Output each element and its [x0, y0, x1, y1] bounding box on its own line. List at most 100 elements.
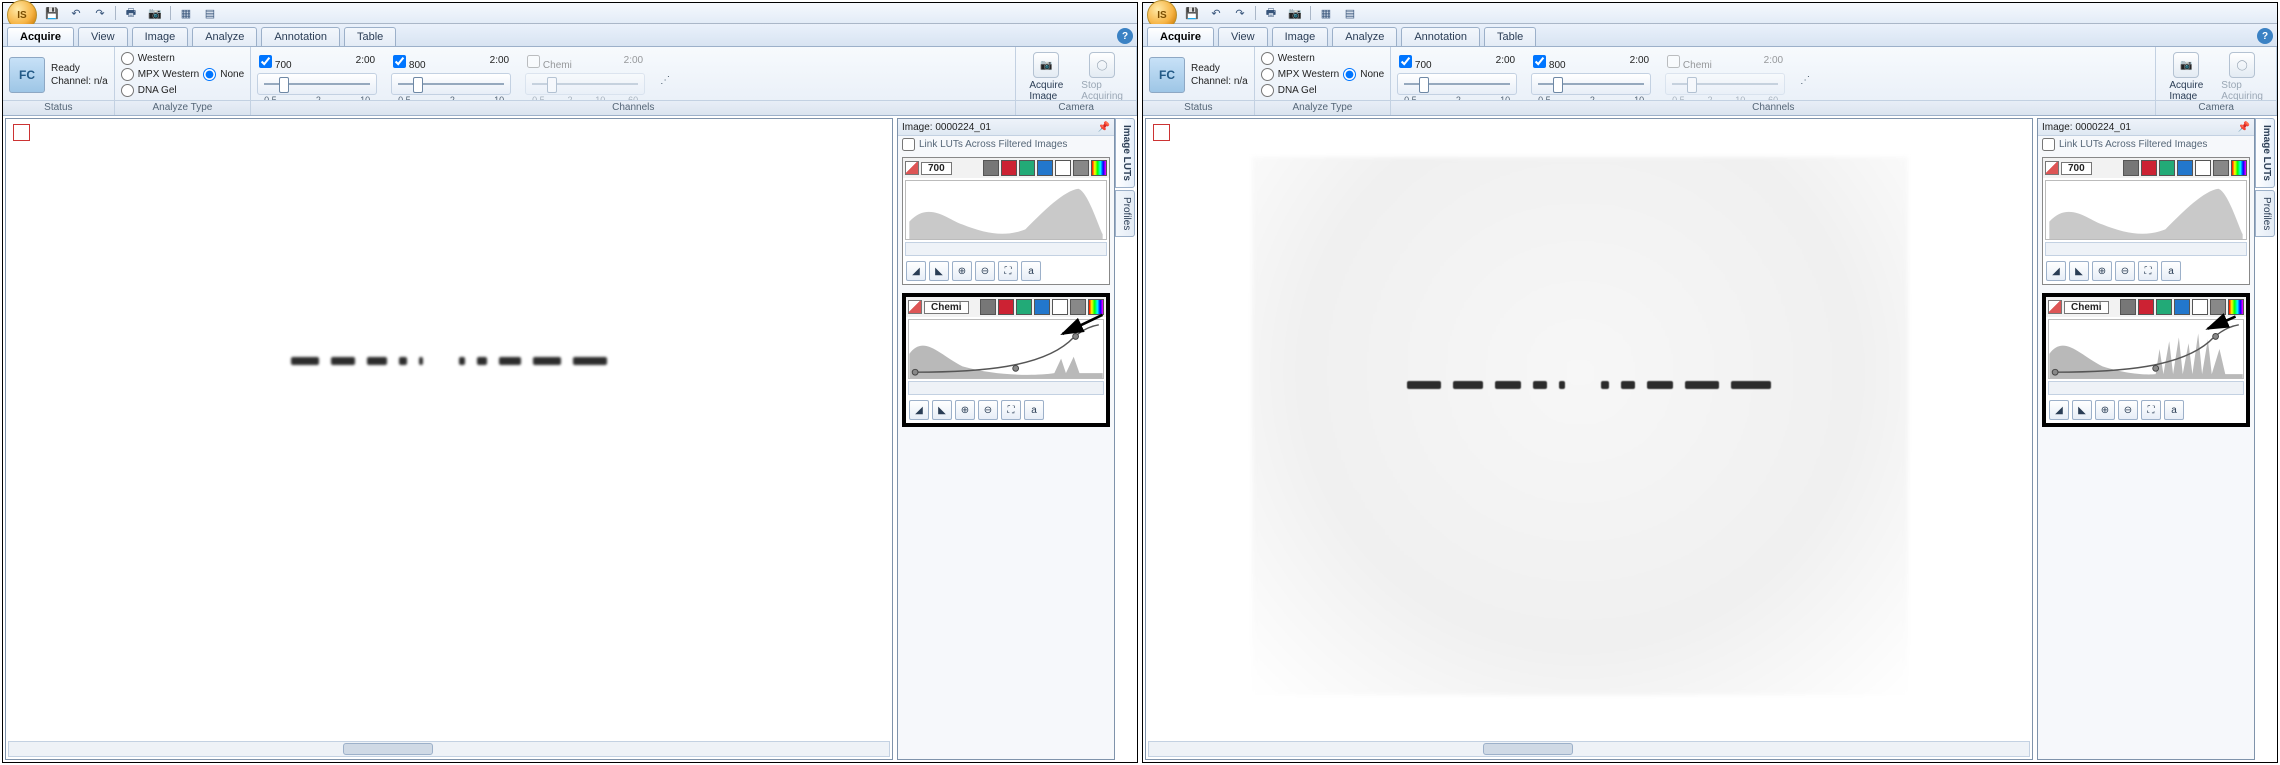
- fit-icon[interactable]: ⛶: [1001, 400, 1021, 420]
- checkbox[interactable]: [527, 55, 540, 68]
- radio[interactable]: [1261, 68, 1274, 81]
- zoom-in-icon[interactable]: ⊕: [2095, 400, 2115, 420]
- auto-light-icon[interactable]: ◣: [932, 400, 952, 420]
- rainbow-swatch[interactable]: [2228, 299, 2244, 315]
- acquire-image-button[interactable]: 📷AcquireImage: [1022, 49, 1070, 105]
- help-icon[interactable]: ?: [1117, 28, 1133, 44]
- auto-dark-icon[interactable]: ◢: [2046, 261, 2066, 281]
- print-icon[interactable]: 🖶: [1262, 4, 1280, 22]
- channel-chip[interactable]: 700: [921, 162, 952, 175]
- color-swatch[interactable]: [2210, 299, 2226, 315]
- fit-icon[interactable]: ⛶: [2138, 261, 2158, 281]
- channel-chip[interactable]: Chemi: [2064, 301, 2109, 314]
- horizontal-scrollbar[interactable]: [1148, 741, 2030, 757]
- checkbox[interactable]: [259, 55, 272, 68]
- color-swatch[interactable]: [2174, 299, 2190, 315]
- analyze-none[interactable]: None: [1343, 68, 1384, 81]
- color-swatch[interactable]: [980, 299, 996, 315]
- side-tab-image-luts[interactable]: Image LUTs: [2255, 118, 2275, 188]
- tab-view[interactable]: View: [1218, 27, 1268, 46]
- color-swatch[interactable]: [1073, 160, 1089, 176]
- visibility-toggle-icon[interactable]: [2048, 300, 2062, 314]
- radio[interactable]: [1261, 84, 1274, 97]
- color-swatch[interactable]: [1055, 160, 1071, 176]
- color-swatch[interactable]: [1070, 299, 1086, 315]
- tab-annotation[interactable]: Annotation: [261, 27, 340, 46]
- undo-icon[interactable]: ↶: [1207, 4, 1225, 22]
- color-swatch[interactable]: [2156, 299, 2172, 315]
- color-swatch[interactable]: [2120, 299, 2136, 315]
- analyze-option[interactable]: Western: [1261, 52, 1340, 65]
- histogram-scrollbar[interactable]: [2048, 381, 2244, 395]
- channel-toggle[interactable]: 700: [259, 55, 291, 71]
- view-grid-icon[interactable]: ▤: [1341, 4, 1359, 22]
- tab-image[interactable]: Image: [1272, 27, 1329, 46]
- histogram[interactable]: [905, 180, 1107, 240]
- link-luts-checkbox[interactable]: Link LUTs Across Filtered Images: [898, 136, 1114, 153]
- color-swatch[interactable]: [2138, 299, 2154, 315]
- channel-chip[interactable]: Chemi: [924, 301, 969, 314]
- color-swatch[interactable]: [2123, 160, 2139, 176]
- checkbox[interactable]: [1533, 55, 1546, 68]
- annotate-icon[interactable]: a: [1024, 400, 1044, 420]
- exposure-slider[interactable]: 0.5210: [391, 73, 511, 95]
- camera-icon[interactable]: 📷: [1286, 4, 1304, 22]
- color-swatch[interactable]: [998, 299, 1014, 315]
- side-tab-profiles[interactable]: Profiles: [2255, 190, 2275, 237]
- color-swatch[interactable]: [1019, 160, 1035, 176]
- annotate-icon[interactable]: a: [1021, 261, 1041, 281]
- radio[interactable]: [121, 52, 134, 65]
- histogram[interactable]: [2045, 180, 2247, 240]
- auto-light-icon[interactable]: ◣: [2072, 400, 2092, 420]
- view-single-icon[interactable]: ▦: [1317, 4, 1335, 22]
- checkbox[interactable]: [902, 138, 915, 151]
- save-icon[interactable]: 💾: [43, 4, 61, 22]
- help-icon[interactable]: ?: [2257, 28, 2273, 44]
- tab-analyze[interactable]: Analyze: [192, 27, 257, 46]
- rainbow-swatch[interactable]: [1091, 160, 1107, 176]
- redo-icon[interactable]: ↷: [91, 4, 109, 22]
- fit-icon[interactable]: ⛶: [2141, 400, 2161, 420]
- channel-toggle[interactable]: Chemi: [1667, 55, 1712, 71]
- analyze-none[interactable]: None: [203, 68, 244, 81]
- color-swatch[interactable]: [2195, 160, 2211, 176]
- image-canvas[interactable]: [5, 118, 893, 760]
- pin-icon[interactable]: 📌: [2238, 121, 2250, 133]
- tab-image[interactable]: Image: [132, 27, 189, 46]
- channel-toggle[interactable]: 800: [393, 55, 425, 71]
- radio[interactable]: [121, 68, 134, 81]
- color-swatch[interactable]: [2192, 299, 2208, 315]
- undo-icon[interactable]: ↶: [67, 4, 85, 22]
- view-single-icon[interactable]: ▦: [177, 4, 195, 22]
- zoom-out-icon[interactable]: ⊖: [2118, 400, 2138, 420]
- side-tab-profiles[interactable]: Profiles: [1115, 190, 1135, 237]
- image-canvas[interactable]: [1145, 118, 2033, 760]
- color-swatch[interactable]: [2177, 160, 2193, 176]
- tab-annotation[interactable]: Annotation: [1401, 27, 1480, 46]
- histogram[interactable]: [908, 319, 1104, 379]
- channel-toggle[interactable]: 800: [1533, 55, 1565, 71]
- radio[interactable]: [121, 84, 134, 97]
- zoom-in-icon[interactable]: ⊕: [952, 261, 972, 281]
- channel-toggle[interactable]: 700: [1399, 55, 1431, 71]
- checkbox[interactable]: [393, 55, 406, 68]
- color-swatch[interactable]: [2159, 160, 2175, 176]
- zoom-out-icon[interactable]: ⊖: [975, 261, 995, 281]
- tab-view[interactable]: View: [78, 27, 128, 46]
- color-swatch[interactable]: [2213, 160, 2229, 176]
- color-swatch[interactable]: [1037, 160, 1053, 176]
- auto-light-icon[interactable]: ◣: [2069, 261, 2089, 281]
- histogram-scrollbar[interactable]: [908, 381, 1104, 395]
- fit-icon[interactable]: ⛶: [998, 261, 1018, 281]
- color-swatch[interactable]: [2141, 160, 2157, 176]
- annotate-icon[interactable]: a: [2164, 400, 2184, 420]
- radio[interactable]: [203, 68, 216, 81]
- checkbox[interactable]: [1667, 55, 1680, 68]
- view-grid-icon[interactable]: ▤: [201, 4, 219, 22]
- visibility-toggle-icon[interactable]: [905, 161, 919, 175]
- expand-icon[interactable]: ⋰: [659, 75, 671, 86]
- auto-dark-icon[interactable]: ◢: [2049, 400, 2069, 420]
- color-swatch[interactable]: [1016, 299, 1032, 315]
- link-luts-checkbox[interactable]: Link LUTs Across Filtered Images: [2038, 136, 2254, 153]
- rainbow-swatch[interactable]: [2231, 160, 2247, 176]
